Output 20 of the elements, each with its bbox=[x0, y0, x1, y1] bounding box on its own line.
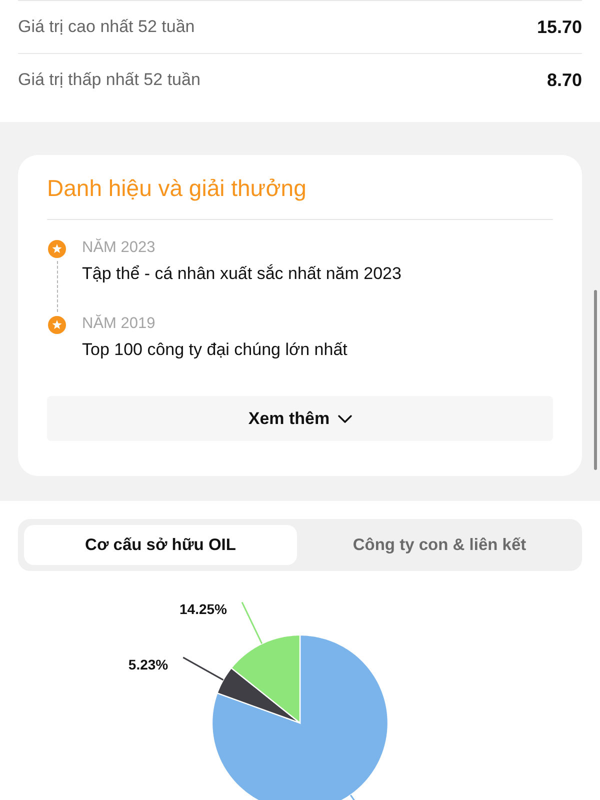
scrollbar[interactable] bbox=[594, 290, 597, 470]
award-year: NĂM 2019 bbox=[82, 314, 156, 334]
leader-line bbox=[241, 602, 263, 644]
timeline-line bbox=[56, 261, 58, 312]
award-year: NĂM 2023 bbox=[82, 238, 156, 258]
section-title: Danh hiệu và giải thưởng bbox=[47, 175, 306, 201]
tab[interactable]: Cơ cấu sở hữu OIL bbox=[24, 525, 297, 565]
stat-value: 15.70 bbox=[536, 16, 582, 38]
chevron-down-icon bbox=[338, 414, 352, 422]
stat-label: Giá trị cao nhất 52 tuần bbox=[18, 17, 195, 37]
award-name: Top 100 công ty đại chúng lớn nhất bbox=[82, 339, 348, 361]
leader-line bbox=[350, 794, 356, 800]
stat-value: 8.70 bbox=[546, 70, 582, 90]
leader-line bbox=[182, 656, 224, 681]
award-name: Tập thể - cá nhân xuất sắc nhất năm 2023 bbox=[82, 263, 402, 285]
data-label: 5.23% bbox=[128, 656, 168, 672]
stat-label: Giá trị thấp nhất 52 tuần bbox=[18, 70, 200, 90]
tab[interactable]: Công ty con & liên kết bbox=[303, 525, 576, 565]
data-label: 14.25% bbox=[180, 601, 227, 618]
see-more-button[interactable]: Xem thêm bbox=[47, 396, 553, 441]
